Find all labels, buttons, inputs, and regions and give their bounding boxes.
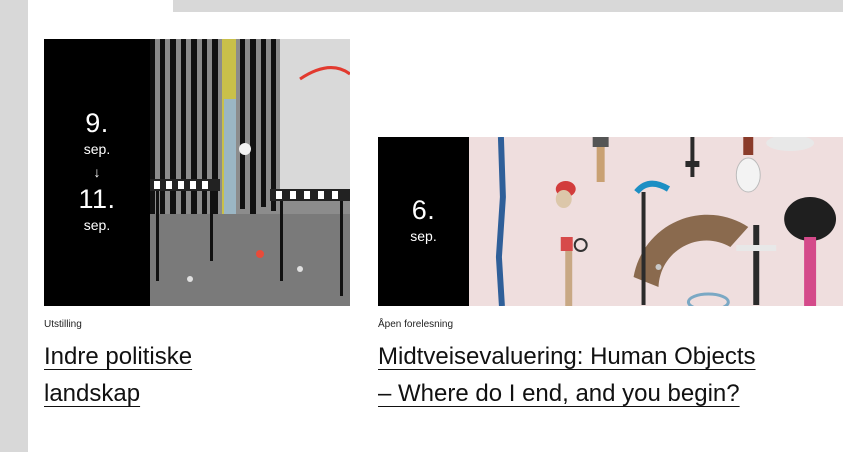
- browser-top-strip: [0, 0, 843, 12]
- event-title-line-2[interactable]: landskap: [44, 380, 140, 407]
- browser-left-edge: [0, 0, 28, 452]
- event-title-line-1[interactable]: Indre politiske: [44, 343, 192, 370]
- event-photo-objects[interactable]: [469, 137, 843, 306]
- event-title-line-1[interactable]: Midtveisevaluering: Human Objects: [378, 343, 756, 370]
- event-title[interactable]: Indre politiske landskap: [44, 338, 350, 412]
- event-title[interactable]: Midtveisevaluering: Human Objects – Wher…: [378, 338, 843, 412]
- date-badge: 6. sep.: [378, 137, 469, 306]
- date-badge: 9. sep. ↓ 11. sep.: [44, 39, 150, 306]
- event-category: Åpen forelesning: [378, 319, 454, 330]
- event-title-line-2[interactable]: – Where do I end, and you begin?: [378, 380, 740, 407]
- event-media[interactable]: 9. sep. ↓ 11. sep.: [44, 39, 350, 306]
- date-range-arrow-icon: ↓: [93, 163, 101, 180]
- event-photo-exhibition[interactable]: [150, 39, 350, 306]
- exhibition-image: [150, 39, 350, 306]
- date-end-day: 11.: [78, 183, 116, 214]
- event-listing: 9. sep. ↓ 11. sep. Utstilling Indre poli…: [28, 12, 843, 452]
- objects-image: [469, 137, 843, 306]
- date-day: 6.: [411, 194, 436, 225]
- event-card-indre-politiske-landskap[interactable]: 9. sep. ↓ 11. sep. Utstilling Indre poli…: [44, 39, 350, 412]
- date-start-day: 9.: [85, 107, 109, 138]
- event-category: Utstilling: [44, 319, 82, 330]
- browser-tab[interactable]: [28, 0, 173, 12]
- event-card-midtveisevaluering[interactable]: 6. sep. Åpen forelesning Midtveisevaluer…: [378, 137, 843, 412]
- event-media[interactable]: 6. sep.: [378, 137, 843, 306]
- date-start-month: sep.: [83, 140, 111, 157]
- date-month: sep.: [410, 227, 437, 244]
- date-end-month: sep.: [83, 216, 111, 233]
